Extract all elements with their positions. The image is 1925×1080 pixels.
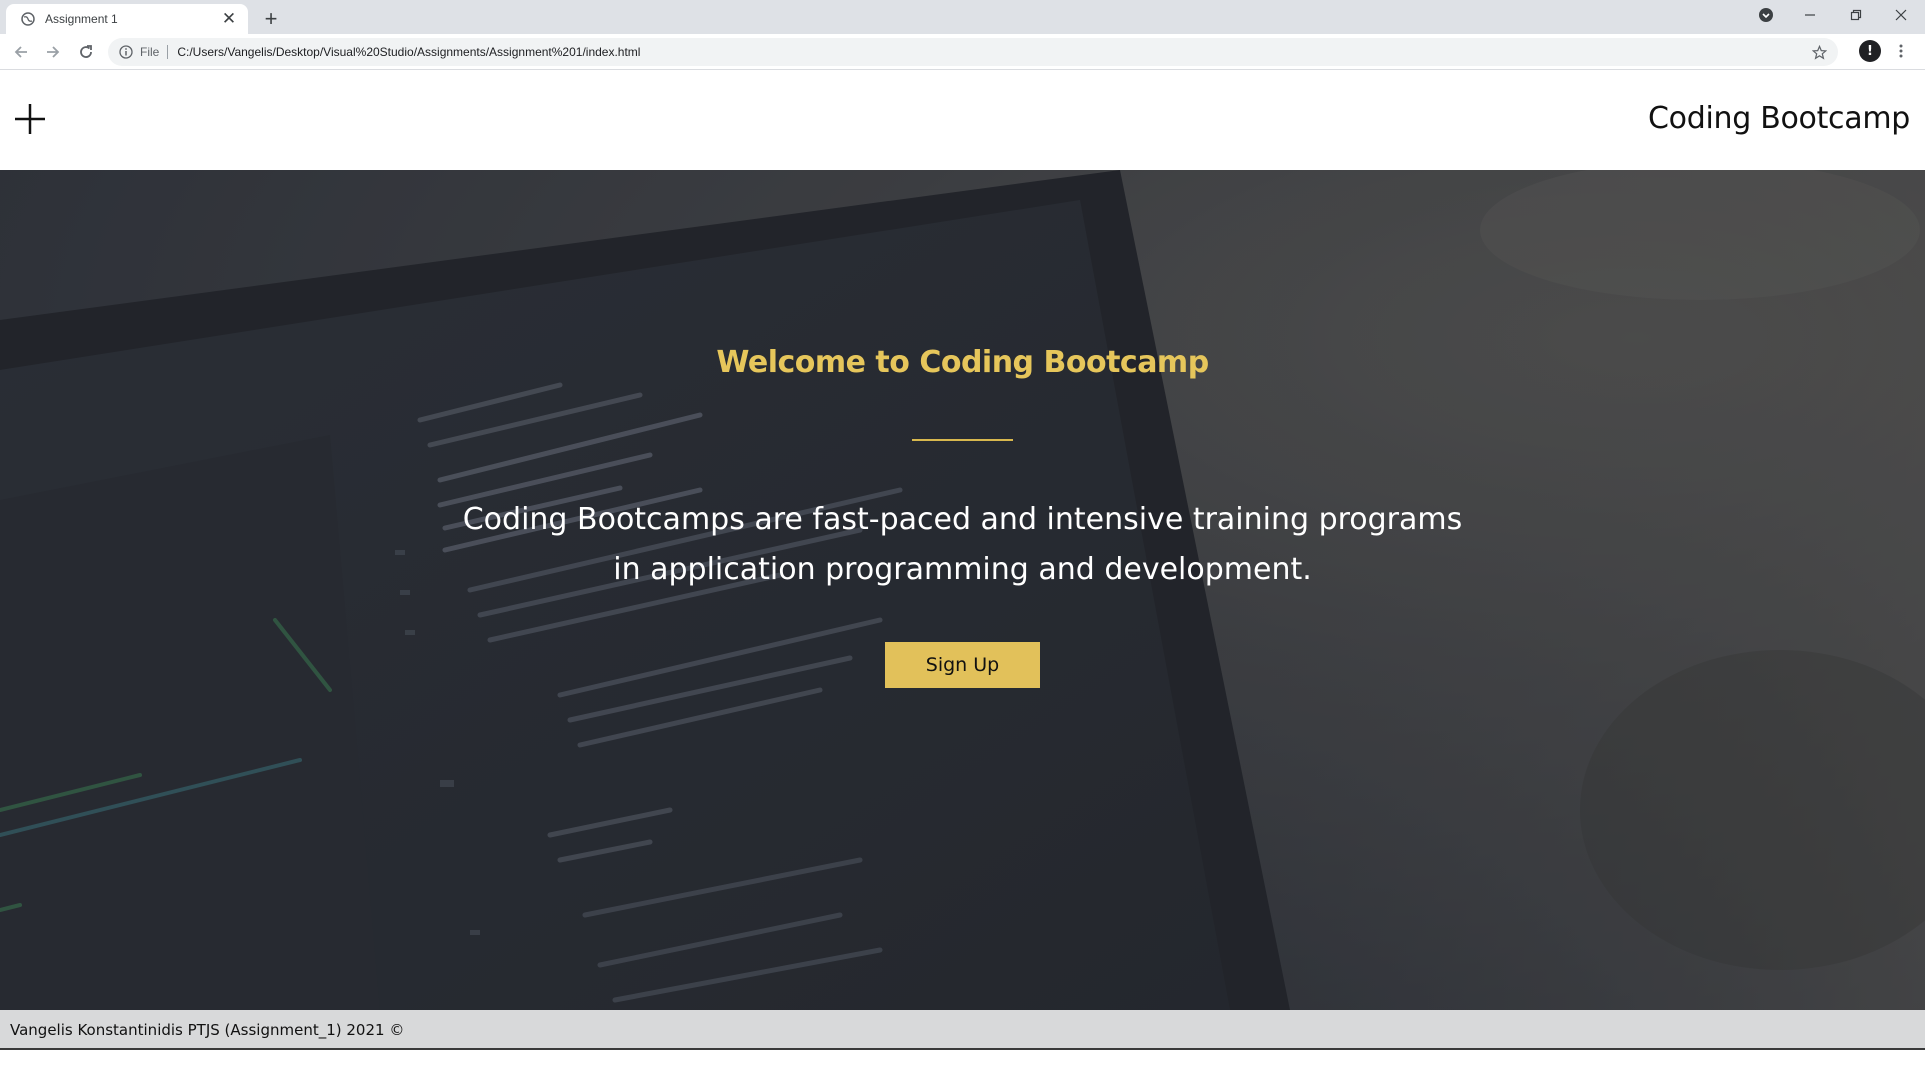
site-navbar: Coding Bootcamp: [0, 71, 1925, 170]
info-icon[interactable]: [118, 44, 134, 60]
browser-toolbar: File C:/Users/Vangelis/Desktop/Visual%20…: [0, 34, 1925, 70]
hero-section: Welcome to Coding Bootcamp Coding Bootca…: [0, 170, 1925, 1010]
sign-up-button[interactable]: Sign Up: [885, 642, 1040, 688]
globe-icon: [20, 11, 36, 27]
hero-content: Welcome to Coding Bootcamp Coding Bootca…: [0, 170, 1925, 1010]
hero-description: Coding Bootcamps are fast-paced and inte…: [0, 495, 1925, 595]
tab-close-icon[interactable]: ✕: [220, 9, 238, 28]
hero-description-line2: in application programming and developme…: [613, 552, 1312, 587]
bookmark-star-icon[interactable]: [1810, 43, 1828, 61]
site-brand[interactable]: Coding Bootcamp: [1648, 101, 1910, 136]
tab-title: Assignment 1: [45, 12, 118, 26]
browser-tab-strip: Assignment 1 ✕ +: [0, 0, 1925, 34]
minimize-icon[interactable]: [1795, 0, 1825, 30]
browser-tab[interactable]: Assignment 1 ✕: [6, 4, 248, 34]
back-arrow-icon[interactable]: [8, 39, 34, 65]
menu-plus-icon[interactable]: [12, 101, 48, 137]
profile-avatar-glyph: !: [1867, 43, 1873, 59]
tab-search-icon[interactable]: [1752, 0, 1780, 30]
footer-copyright: Vangelis Konstantinidis PTJS (Assignment…: [10, 1021, 405, 1039]
web-page: Coding Bootcamp Welcome to Coding Bootca…: [0, 71, 1925, 1080]
hero-title: Welcome to Coding Bootcamp: [716, 345, 1209, 380]
window-close-icon[interactable]: [1886, 0, 1916, 30]
more-menu-icon[interactable]: [1892, 40, 1910, 62]
address-divider: [167, 45, 169, 59]
profile-avatar-icon[interactable]: !: [1859, 40, 1881, 62]
site-footer: Vangelis Konstantinidis PTJS (Assignment…: [0, 1010, 1925, 1050]
hero-divider: [912, 439, 1013, 441]
new-tab-button[interactable]: +: [258, 6, 284, 32]
forward-arrow-icon[interactable]: [40, 39, 66, 65]
address-bar[interactable]: File C:/Users/Vangelis/Desktop/Visual%20…: [108, 38, 1838, 66]
reload-icon[interactable]: [73, 39, 99, 65]
hero-description-line1: Coding Bootcamps are fast-paced and inte…: [462, 502, 1463, 537]
url-text[interactable]: C:/Users/Vangelis/Desktop/Visual%20Studi…: [177, 45, 640, 59]
scheme-label: File: [140, 45, 160, 59]
restore-icon[interactable]: [1841, 0, 1871, 30]
